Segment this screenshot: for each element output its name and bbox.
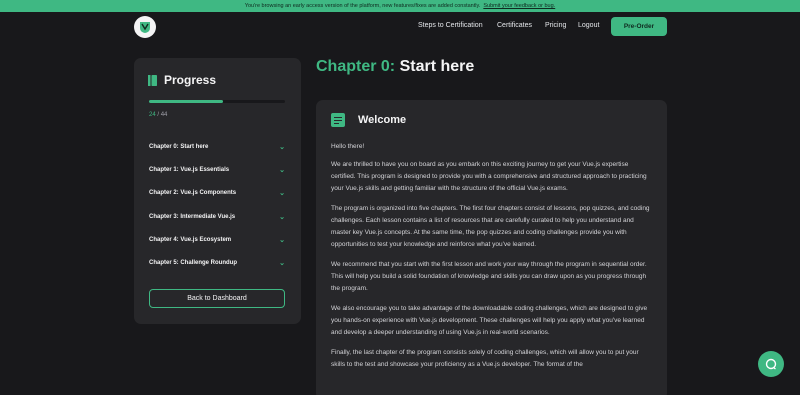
chapter-item-2[interactable]: Chapter 2: Vue.js Components ⌄ [149,182,285,205]
top-navigation: Steps to Certification Certificates Pric… [0,12,800,42]
nav-certificates[interactable]: Certificates [497,22,532,29]
paragraph: The program is organized into five chapt… [331,205,650,248]
progress-title: Progress [164,73,217,87]
chapter-name: Start here [399,58,475,75]
chapter-item-0[interactable]: Chapter 0: Start here ⌄ [149,135,285,158]
chevron-down-icon: ⌄ [279,260,285,268]
book-icon [148,74,157,86]
chapter-label: Chapter 2: Vue.js Components [149,190,237,197]
vue-shield-logo-icon[interactable] [134,16,156,38]
paragraph: Hello there! [331,143,365,150]
page-title: Chapter 0: Start here [316,58,474,76]
card-header: Welcome [331,113,406,127]
chapter-label: Chapter 0: Start here [149,143,209,150]
document-icon [331,113,345,127]
banner-text: You're browsing an early access version … [244,3,481,9]
progress-bar-fill [149,100,224,103]
chapter-label: Chapter 4: Vue.js Ecosystem [149,236,232,243]
chapter-item-5[interactable]: Chapter 5: Challenge Roundup ⌄ [149,251,285,274]
card-body: Hello there! We are thrilled to have you… [331,141,653,379]
pre-order-button[interactable]: Pre-Order [611,17,667,36]
progress-sidebar: Progress 24 / 44 Chapter 0: Start here ⌄… [134,58,301,324]
nav-steps-to-certification[interactable]: Steps to Certification [418,22,483,29]
announcement-banner: You're browsing an early access version … [0,0,800,12]
paragraph: We also encourage you to take advantage … [331,305,648,336]
paragraph: We recommend that you start with the fir… [331,261,647,292]
chapter-item-3[interactable]: Chapter 3: Intermediate Vue.js ⌄ [149,205,285,228]
chapter-number: Chapter 0: [316,58,396,75]
chevron-down-icon: ⌄ [279,236,285,244]
chat-support-button[interactable] [758,351,784,377]
progress-done: 24 [149,112,156,118]
feedback-link[interactable]: Submit your feedback or bug. [483,3,555,9]
chevron-down-icon: ⌄ [279,166,285,174]
chevron-down-icon: ⌄ [279,143,285,151]
progress-heading: Progress [148,73,216,87]
nav-pricing[interactable]: Pricing [545,22,566,29]
chapter-item-1[interactable]: Chapter 1: Vue.js Essentials ⌄ [149,158,285,181]
back-to-dashboard-button[interactable]: Back to Dashboard [149,289,285,308]
chapter-label: Chapter 3: Intermediate Vue.js [149,213,236,220]
card-title: Welcome [358,114,407,126]
paragraph: We are thrilled to have you on board as … [331,161,647,192]
progress-bar [149,100,285,103]
chevron-down-icon: ⌄ [279,213,285,221]
chevron-down-icon: ⌄ [279,190,285,198]
paragraph: Finally, the last chapter of the program… [331,349,639,368]
nav-logout[interactable]: Logout [578,22,599,29]
chapter-label: Chapter 5: Challenge Roundup [149,260,238,267]
progress-count: 24 / 44 [149,112,167,118]
chapter-list: Chapter 0: Start here ⌄ Chapter 1: Vue.j… [149,135,285,275]
chapter-label: Chapter 1: Vue.js Essentials [149,166,230,173]
progress-total: 44 [160,112,168,118]
chapter-item-4[interactable]: Chapter 4: Vue.js Ecosystem ⌄ [149,228,285,251]
chat-bubble-icon [765,358,777,370]
welcome-card: Welcome Hello there! We are thrilled to … [316,100,667,395]
